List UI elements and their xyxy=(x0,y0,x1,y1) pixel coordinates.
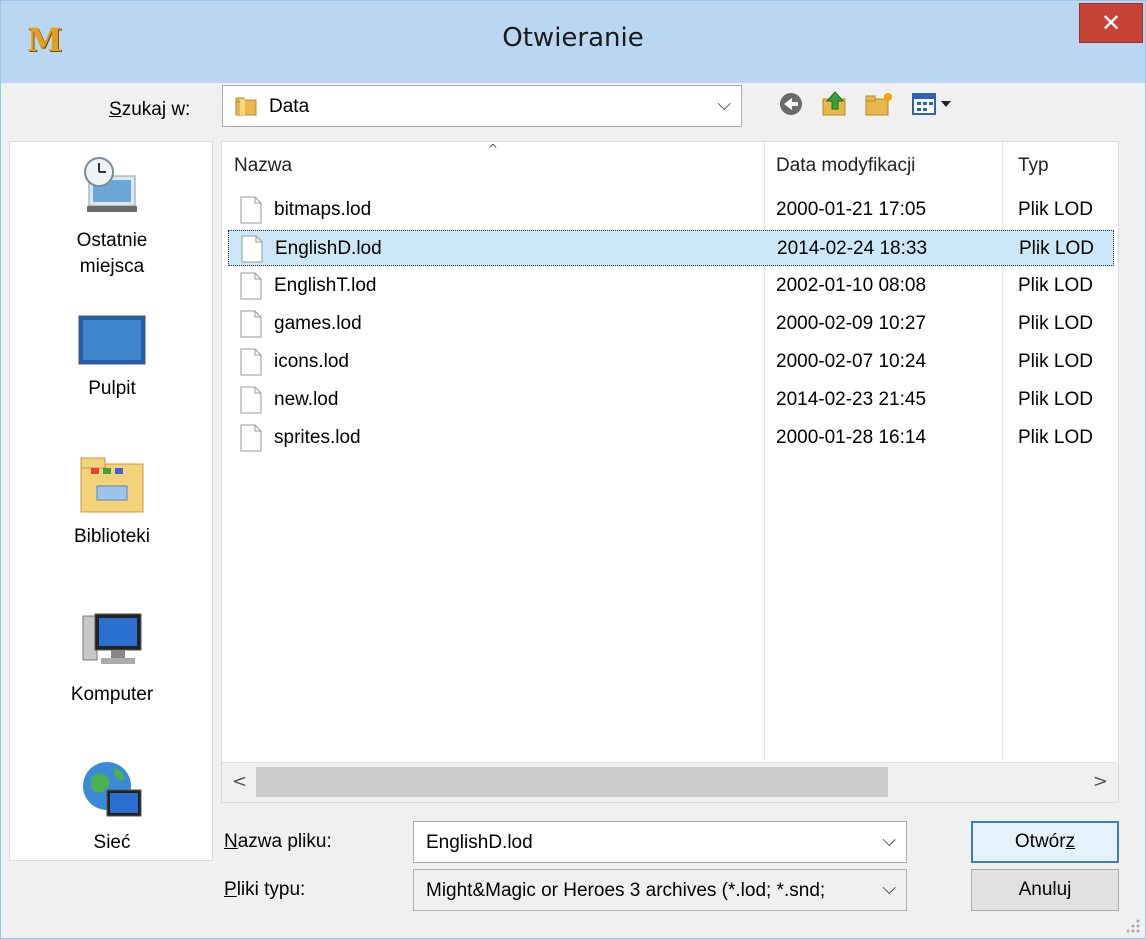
file-date: 2000-01-28 16:14 xyxy=(776,427,927,448)
places-bar: Ostatnie miejsca Pulpit Biblioteki Kompu… xyxy=(9,141,213,861)
file-row[interactable]: EnglishT.lod 2002-01-10 08:08 Plik LOD xyxy=(228,268,1114,304)
scrollbar-thumb[interactable] xyxy=(256,767,888,797)
horizontal-scrollbar[interactable]: < > xyxy=(222,762,1118,802)
file-name: EnglishT.lod xyxy=(274,275,377,296)
column-header-type[interactable]: Typ xyxy=(1018,142,1049,190)
title-bar[interactable]: M Otwieranie ✕ xyxy=(1,1,1145,83)
sort-ascending-icon: ^ xyxy=(488,142,499,156)
file-date: 2014-02-23 21:45 xyxy=(776,389,927,410)
place-label-computer: Komputer xyxy=(70,684,154,705)
file-type: Plik LOD xyxy=(1018,351,1093,372)
file-row[interactable]: bitmaps.lod 2000-01-21 17:05 Plik LOD xyxy=(228,192,1114,228)
resize-grip-icon[interactable] xyxy=(1123,916,1141,934)
file-type-value: Might&Magic or Heroes 3 archives (*.lod;… xyxy=(426,880,826,901)
place-recent[interactable]: Ostatnie miejsca xyxy=(10,152,214,280)
file-icon xyxy=(240,424,262,452)
look-in-label: Szukaj w: xyxy=(109,99,191,120)
view-menu-icon[interactable] xyxy=(909,89,961,119)
file-name: bitmaps.lod xyxy=(274,199,372,220)
file-list[interactable]: ^ Nazwa Data modyfikacji Typ bitmaps.lod… xyxy=(221,141,1119,803)
file-date: 2014-02-24 18:33 xyxy=(777,238,928,259)
file-date: 2000-02-09 10:27 xyxy=(776,313,927,334)
file-type: Plik LOD xyxy=(1018,389,1093,410)
file-date: 2000-01-21 17:05 xyxy=(776,199,927,220)
file-icon xyxy=(240,196,262,224)
chevron-down-icon[interactable]: ⌵ xyxy=(882,878,896,899)
look-in-combobox[interactable]: Data ⌵ xyxy=(222,85,742,127)
folder-icon xyxy=(235,97,257,116)
place-desktop[interactable]: Pulpit xyxy=(10,310,214,400)
place-label-desktop: Pulpit xyxy=(88,378,136,399)
file-date: 2002-01-10 08:08 xyxy=(776,275,927,296)
file-name-combobox[interactable]: EnglishD.lod ⌵ xyxy=(413,821,907,863)
scroll-right-icon[interactable]: > xyxy=(1093,771,1108,792)
open-file-dialog: M Otwieranie ✕ Szukaj w: Data ⌵ Ostatnie… xyxy=(0,0,1146,939)
file-name: EnglishD.lod xyxy=(275,238,382,259)
back-icon[interactable] xyxy=(775,89,807,119)
file-name-input[interactable]: EnglishD.lod xyxy=(426,832,866,854)
computer-icon xyxy=(82,613,142,664)
place-label-recent: Ostatnie miejsca xyxy=(76,230,148,277)
libraries-icon xyxy=(80,457,144,513)
place-libraries[interactable]: Biblioteki xyxy=(10,450,214,548)
place-computer[interactable]: Komputer xyxy=(10,608,214,706)
file-icon xyxy=(240,386,262,414)
file-type: Plik LOD xyxy=(1019,238,1094,259)
network-icon xyxy=(83,762,142,817)
file-name-label: Nazwa pliku: xyxy=(224,831,332,852)
file-name: games.lod xyxy=(274,313,362,334)
file-name: new.lod xyxy=(274,389,339,410)
file-icon xyxy=(241,235,263,263)
scroll-left-icon[interactable]: < xyxy=(232,771,247,792)
file-row[interactable]: games.lod 2000-02-09 10:27 Plik LOD xyxy=(228,306,1114,342)
cancel-button[interactable]: Anuluj xyxy=(971,869,1119,911)
chevron-down-icon[interactable]: ⌵ xyxy=(717,94,731,115)
file-icon xyxy=(240,310,262,338)
place-network[interactable]: Sieć xyxy=(10,756,214,854)
column-header-date[interactable]: Data modyfikacji xyxy=(776,142,915,190)
desktop-icon xyxy=(78,315,146,365)
file-type-label: Pliki typu: xyxy=(224,879,306,900)
close-button[interactable]: ✕ xyxy=(1079,3,1143,43)
column-header-name[interactable]: Nazwa xyxy=(234,142,292,190)
file-row[interactable]: sprites.lod 2000-01-28 16:14 Plik LOD xyxy=(228,420,1114,456)
recent-places-icon xyxy=(84,157,137,212)
file-row[interactable]: EnglishD.lod 2014-02-24 18:33 Plik LOD xyxy=(228,230,1114,266)
new-folder-icon[interactable] xyxy=(863,89,895,119)
file-type: Plik LOD xyxy=(1018,199,1093,220)
file-icon xyxy=(240,272,262,300)
file-icon xyxy=(240,348,262,376)
file-date: 2000-02-07 10:24 xyxy=(776,351,927,372)
file-row[interactable]: icons.lod 2000-02-07 10:24 Plik LOD xyxy=(228,344,1114,380)
place-label-libraries: Biblioteki xyxy=(73,526,151,547)
window-title: Otwieranie xyxy=(502,23,644,53)
file-name: icons.lod xyxy=(274,351,349,372)
up-folder-icon[interactable] xyxy=(819,89,851,119)
file-name: sprites.lod xyxy=(274,427,361,448)
open-button[interactable]: Otwór z xyxy=(971,821,1119,863)
file-type: Plik LOD xyxy=(1018,313,1093,334)
file-type-select[interactable]: Might&Magic or Heroes 3 archives (*.lod;… xyxy=(413,869,907,911)
file-row[interactable]: new.lod 2014-02-23 21:45 Plik LOD xyxy=(228,382,1114,418)
chevron-down-icon[interactable]: ⌵ xyxy=(882,830,896,851)
look-in-value: Data xyxy=(269,96,310,117)
file-type: Plik LOD xyxy=(1018,275,1093,296)
place-label-network: Sieć xyxy=(93,832,131,853)
file-type: Plik LOD xyxy=(1018,427,1093,448)
